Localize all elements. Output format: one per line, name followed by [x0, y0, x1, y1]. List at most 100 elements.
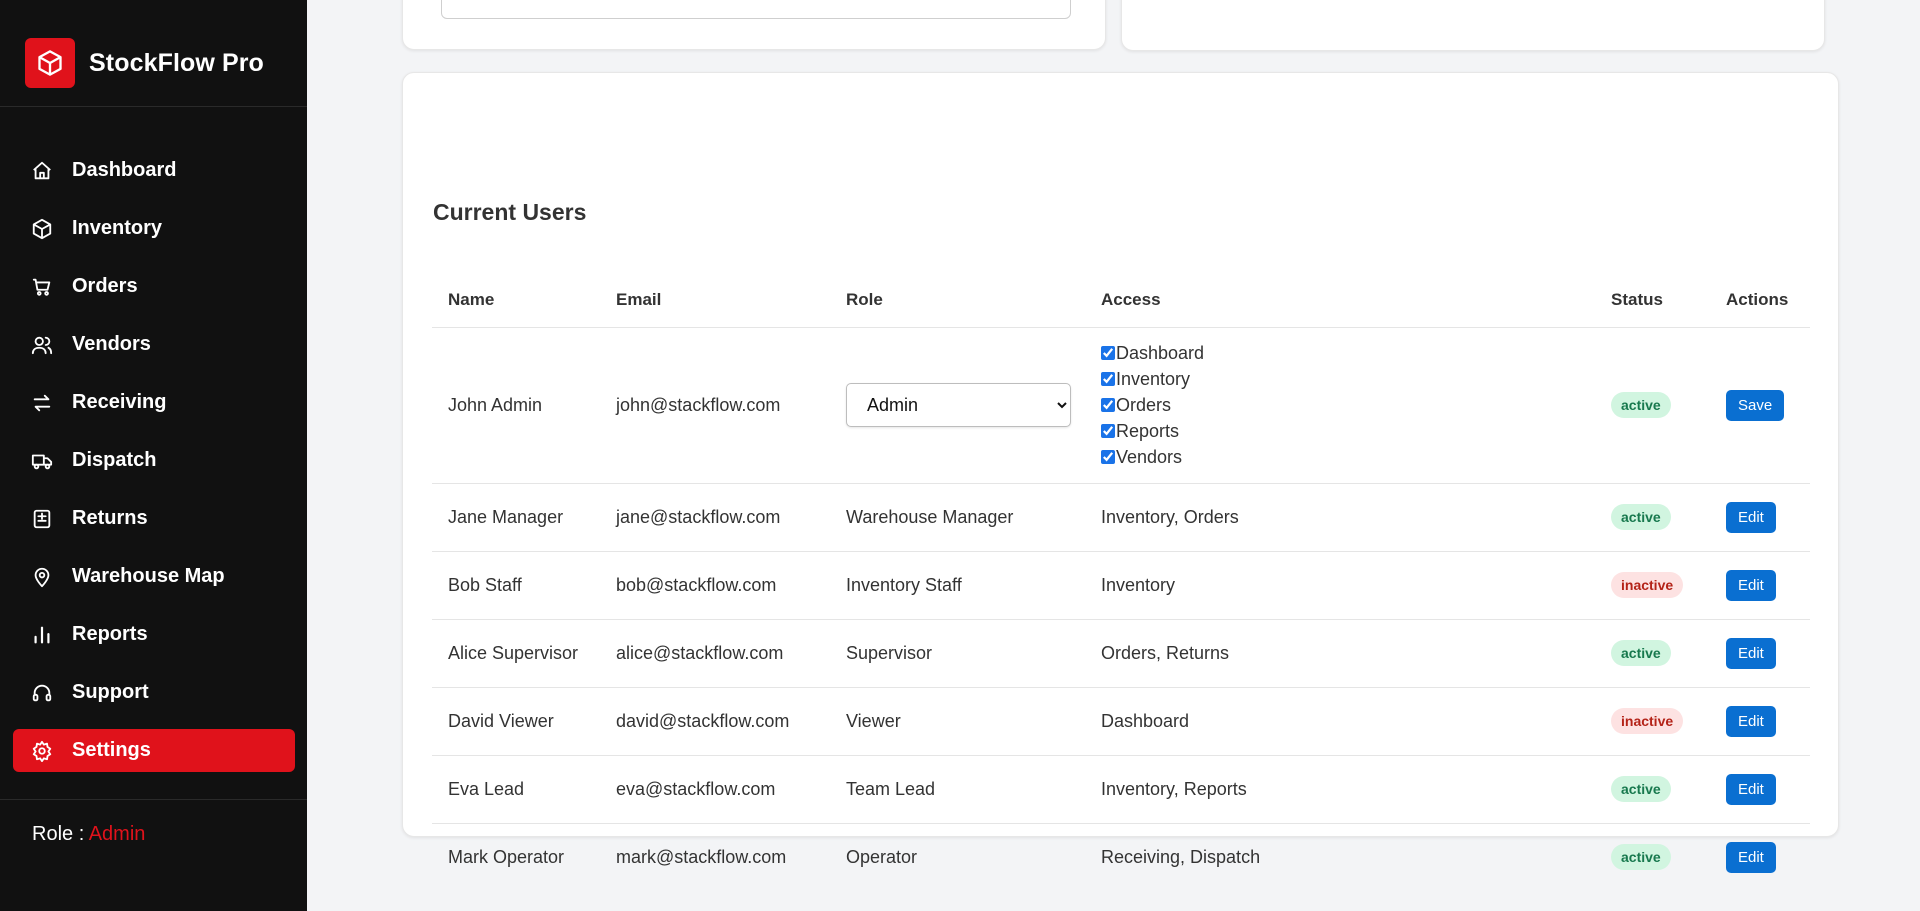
sidebar-nav: Dashboard Inventory Orders Vendors Recei… — [13, 149, 295, 787]
status-badge: inactive — [1611, 572, 1684, 598]
user-access: Inventory, Orders — [1085, 483, 1595, 552]
user-role: Viewer — [830, 687, 1085, 756]
edit-button[interactable]: Edit — [1726, 841, 1776, 873]
sidebar-item-label: Receiving — [72, 391, 167, 413]
permission-label: Inventory — [1116, 369, 1191, 389]
receipt-icon — [31, 508, 53, 530]
sidebar-item-warehouse-map[interactable]: Warehouse Map — [13, 555, 295, 598]
sidebar-item-label: Orders — [72, 275, 138, 297]
user-name: Eva Lead — [432, 755, 600, 824]
user-name: Alice Supervisor — [432, 619, 600, 688]
sidebar-item-inventory[interactable]: Inventory — [13, 207, 295, 250]
permission-checkbox[interactable] — [1101, 398, 1115, 412]
table-row: Mark Operator mark@stackflow.com Operato… — [432, 823, 1810, 891]
users-table: Name Email Role Access Status Actions Jo… — [432, 273, 1810, 891]
user-access: Receiving, Dispatch — [1101, 846, 1261, 867]
roles-card — [1121, 0, 1825, 51]
permission-orders[interactable]: Orders — [1101, 392, 1595, 418]
sidebar-item-label: Inventory — [72, 217, 163, 239]
permission-checkbox[interactable] — [1101, 346, 1115, 360]
edit-button[interactable]: Edit — [1726, 569, 1776, 601]
sidebar-divider — [0, 799, 307, 800]
sidebar-divider — [0, 106, 307, 107]
user-name: Bob Staff — [432, 551, 600, 620]
save-button[interactable]: Save — [1726, 389, 1785, 421]
gear-icon — [31, 740, 53, 762]
brand[interactable]: StockFlow Pro — [25, 38, 264, 88]
sidebar-item-settings[interactable]: Settings — [13, 729, 295, 772]
users-icon — [31, 334, 53, 356]
add-user-input[interactable] — [441, 0, 1071, 19]
section-title: Current Users — [433, 199, 587, 225]
brand-name: StockFlow Pro — [89, 48, 264, 77]
user-role: Inventory Staff — [830, 551, 1085, 620]
permission-checkbox[interactable] — [1101, 372, 1115, 386]
sidebar-item-support[interactable]: Support — [13, 671, 295, 714]
column-header: Role — [830, 273, 1085, 328]
edit-button[interactable]: Edit — [1726, 637, 1776, 669]
edit-button[interactable]: Edit — [1726, 501, 1776, 533]
permission-label: Dashboard — [1116, 343, 1205, 363]
user-role: Operator — [846, 846, 918, 867]
sidebar-item-label: Settings — [72, 739, 151, 761]
permission-checkbox[interactable] — [1101, 424, 1115, 438]
cube-icon — [25, 38, 75, 88]
column-header: Name — [432, 273, 600, 328]
user-role: Supervisor — [830, 619, 1085, 688]
sidebar-item-label: Dashboard — [72, 159, 177, 181]
user-access: Orders, Returns — [1085, 619, 1595, 688]
user-email: bob@stackflow.com — [600, 551, 830, 620]
sidebar-item-orders[interactable]: Orders — [13, 265, 295, 308]
table-row: David Viewer david@stackflow.com Viewer … — [432, 687, 1810, 756]
user-name: Jane Manager — [432, 483, 600, 552]
status-badge: active — [1611, 504, 1671, 530]
sidebar-item-dashboard[interactable]: Dashboard — [13, 149, 295, 192]
access-permissions: Dashboard Inventory Orders Reports Vendo… — [1085, 327, 1595, 484]
user-email: mark@stackflow.com — [616, 846, 787, 867]
sidebar-item-dispatch[interactable]: Dispatch — [13, 439, 295, 482]
permission-checkbox[interactable] — [1101, 450, 1115, 464]
edit-button[interactable]: Edit — [1726, 773, 1776, 805]
user-access: Inventory, Reports — [1085, 755, 1595, 824]
permission-vendors[interactable]: Vendors — [1101, 444, 1595, 470]
sidebar-item-reports[interactable]: Reports — [13, 613, 295, 656]
sidebar-item-label: Reports — [72, 623, 148, 645]
arrows-icon — [31, 392, 53, 414]
permission-inventory[interactable]: Inventory — [1101, 366, 1595, 392]
sidebar-item-label: Vendors — [72, 333, 151, 355]
user-access: Inventory — [1085, 551, 1595, 620]
sidebar-item-vendors[interactable]: Vendors — [13, 323, 295, 366]
bar-chart-icon — [31, 624, 53, 646]
permission-reports[interactable]: Reports — [1101, 418, 1595, 444]
user-email: alice@stackflow.com — [600, 619, 830, 688]
permission-label: Orders — [1116, 395, 1172, 415]
user-access: Dashboard — [1085, 687, 1595, 756]
permission-label: Vendors — [1116, 447, 1183, 467]
status-badge: active — [1611, 392, 1671, 418]
current-users-card: Current Users Name Email Role Access Sta… — [402, 72, 1839, 873]
user-role: Warehouse Manager — [830, 483, 1085, 552]
role-value: Admin — [88, 823, 146, 845]
current-role: Role : Admin — [32, 823, 145, 846]
sidebar-item-returns[interactable]: Returns — [13, 497, 295, 540]
status-badge: inactive — [1611, 708, 1684, 734]
edit-button[interactable]: Edit — [1726, 705, 1776, 737]
cart-icon — [31, 276, 53, 298]
user-name: David Viewer — [432, 687, 600, 756]
table-header-row: Name Email Role Access Status Actions — [432, 273, 1810, 328]
user-role: Team Lead — [830, 755, 1085, 824]
home-icon — [31, 160, 53, 182]
role-select[interactable]: Admin — [846, 383, 1071, 427]
column-header: Email — [600, 273, 830, 328]
headset-icon — [31, 682, 53, 704]
permission-dashboard[interactable]: Dashboard — [1101, 340, 1595, 366]
sidebar-item-receiving[interactable]: Receiving — [13, 381, 295, 424]
column-header: Actions — [1710, 273, 1810, 328]
role-label: Role : — [32, 823, 85, 845]
add-user-card — [402, 0, 1106, 50]
user-email: eva@stackflow.com — [600, 755, 830, 824]
user-name: John Admin — [432, 327, 600, 484]
map-pin-icon — [31, 566, 53, 588]
user-name: Mark Operator — [448, 846, 565, 867]
sidebar-item-label: Returns — [72, 507, 148, 529]
